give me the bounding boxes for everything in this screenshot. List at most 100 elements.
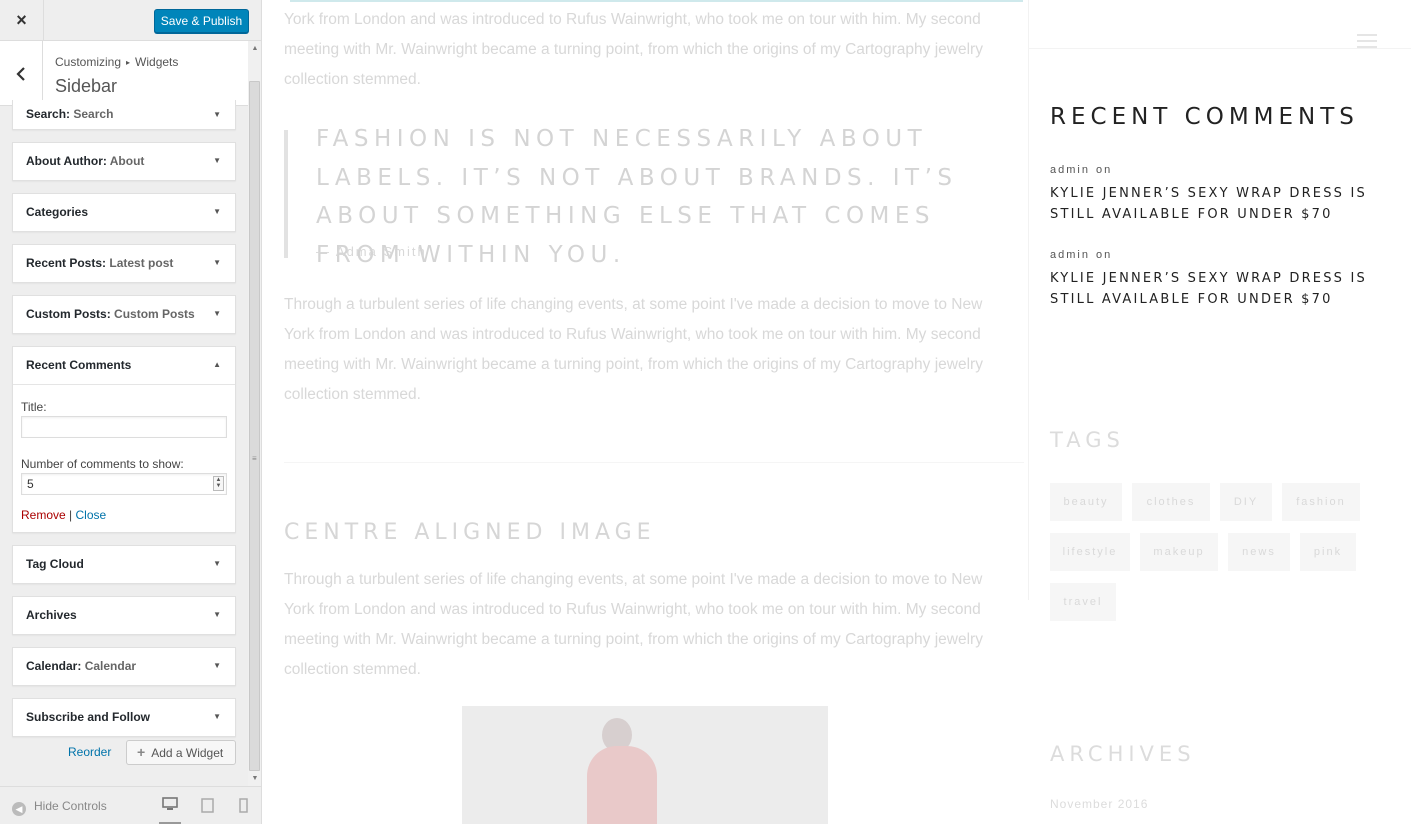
back-button[interactable]: [0, 41, 43, 106]
centre-aligned-image: [462, 706, 828, 824]
breadcrumb-current: Widgets: [135, 55, 179, 69]
comment-post-link[interactable]: KYLIE JENNER’S SEXY WRAP DRESS IS STILL …: [1050, 269, 1380, 310]
widget-recent-comments[interactable]: Recent Comments ▲ Title: Number of comme…: [12, 346, 236, 533]
expand-arrow-icon[interactable]: ▼: [213, 648, 221, 684]
expand-arrow-icon[interactable]: ▼: [213, 546, 221, 582]
widget-search[interactable]: Search: Search ▼: [12, 100, 236, 130]
widget-recent-posts[interactable]: Recent Posts: Latest post ▼: [12, 244, 236, 283]
site-preview[interactable]: York from London and was introduced to R…: [262, 0, 1411, 824]
widget-header[interactable]: Recent Posts: Latest post ▼: [13, 245, 235, 282]
widget-header[interactable]: Search: Search ▼: [13, 100, 235, 129]
widget-name: Subscribe and Follow: [26, 710, 151, 724]
hamburger-menu-icon[interactable]: [1357, 34, 1377, 52]
widget-custom-posts[interactable]: Custom Posts: Custom Posts ▼: [12, 295, 236, 334]
comment-author[interactable]: admin: [1050, 164, 1090, 176]
scroll-up-arrow-icon[interactable]: ▲: [248, 41, 261, 55]
archives-heading: ARCHIVES: [1050, 742, 1196, 766]
expand-arrow-icon[interactable]: ▼: [213, 194, 221, 230]
widget-subscribe-follow[interactable]: Subscribe and Follow ▼: [12, 698, 236, 737]
breadcrumb-root: Customizing: [55, 55, 122, 69]
widget-header[interactable]: Calendar: Calendar ▼: [13, 648, 235, 685]
archive-link[interactable]: November 2016: [1050, 797, 1148, 811]
breadcrumb: Customizing ▸ Widgets: [55, 55, 178, 69]
reorder-link[interactable]: Reorder: [68, 745, 111, 759]
tablet-preview-button[interactable]: [196, 795, 218, 815]
comment-meta: admin on: [1050, 249, 1112, 261]
add-widget-button[interactable]: + Add a Widget: [126, 740, 236, 765]
widget-control-links: Remove | Close: [21, 508, 227, 522]
expand-arrow-icon[interactable]: ▼: [213, 100, 221, 129]
customizer-footer: ◀ Hide Controls: [0, 786, 261, 824]
expand-arrow-icon[interactable]: ▼: [213, 245, 221, 281]
widget-calendar[interactable]: Calendar: Calendar ▼: [12, 647, 236, 686]
divider: [284, 462, 1024, 463]
number-of-comments-input[interactable]: [21, 473, 227, 495]
widget-header[interactable]: Recent Comments ▲: [13, 347, 235, 384]
hide-controls-button[interactable]: ◀ Hide Controls: [12, 799, 107, 816]
widget-header[interactable]: Categories ▼: [13, 194, 235, 231]
section-header: Customizing ▸ Widgets Sidebar: [0, 41, 248, 106]
comment-author[interactable]: admin: [1050, 249, 1090, 261]
tag-chip[interactable]: news: [1228, 533, 1290, 571]
scroll-down-arrow-icon[interactable]: ▼: [248, 771, 261, 785]
tag-chip[interactable]: lifestyle: [1050, 533, 1130, 571]
widget-categories[interactable]: Categories ▼: [12, 193, 236, 232]
save-publish-button[interactable]: Save & Publish: [154, 9, 249, 33]
widget-instance-title: About: [109, 154, 145, 168]
expand-arrow-icon[interactable]: ▼: [213, 597, 221, 633]
tag-chip[interactable]: pink: [1300, 533, 1356, 571]
widget-header[interactable]: About Author: About ▼: [13, 143, 235, 180]
tag-chip[interactable]: makeup: [1140, 533, 1218, 571]
add-widget-label: Add a Widget: [151, 746, 224, 760]
comment-on-label: on: [1095, 164, 1113, 176]
breadcrumb-separator-icon: ▸: [126, 58, 131, 67]
desktop-preview-button[interactable]: [159, 795, 181, 824]
image-figure-body: [587, 746, 657, 824]
widget-tag-cloud[interactable]: Tag Cloud ▼: [12, 545, 236, 584]
tag-chip[interactable]: fashion: [1282, 483, 1360, 521]
expand-arrow-icon[interactable]: ▼: [213, 143, 221, 179]
widget-header[interactable]: Archives ▼: [13, 597, 235, 634]
expand-arrow-icon[interactable]: ▼: [213, 699, 221, 735]
collapse-arrow-icon[interactable]: ▲: [213, 347, 221, 383]
tag-chip[interactable]: beauty: [1050, 483, 1122, 521]
section-title: Sidebar: [55, 76, 118, 96]
remove-link[interactable]: Remove: [21, 508, 66, 522]
tablet-icon: [200, 797, 214, 813]
widget-instance-title: Calendar: [84, 659, 137, 673]
widget-name: Search: [26, 107, 67, 121]
desktop-icon: [162, 797, 178, 810]
arrow-left-circle-icon: ◀: [12, 802, 26, 816]
widget-header[interactable]: Tag Cloud ▼: [13, 546, 235, 583]
close-link[interactable]: Close: [76, 508, 107, 522]
widget-list: Search: Search ▼ About Author: About ▼ C…: [12, 100, 236, 749]
comment-post-link[interactable]: KYLIE JENNER’S SEXY WRAP DRESS IS STILL …: [1050, 184, 1380, 225]
top-accent-line: [290, 0, 1023, 2]
grip-icon: ≡: [252, 454, 257, 463]
mobile-preview-button[interactable]: [232, 795, 254, 815]
widget-actions: Reorder + Add a Widget: [12, 740, 236, 766]
close-customizer-button[interactable]: ×: [0, 0, 44, 41]
widget-name: About Author: [26, 154, 103, 168]
tag-chip[interactable]: DIY: [1220, 483, 1272, 521]
widget-about-author[interactable]: About Author: About ▼: [12, 142, 236, 181]
widget-header[interactable]: Subscribe and Follow ▼: [13, 699, 235, 736]
comment-meta: admin on: [1050, 164, 1112, 176]
blockquote-author: — Adma Smith: [316, 244, 427, 259]
scrollbar[interactable]: ▲ ≡ ▼: [248, 41, 261, 786]
post-paragraph: Through a turbulent series of life chang…: [284, 571, 983, 678]
section-heading: CENTRE ALIGNED IMAGE: [284, 520, 656, 545]
widget-archives[interactable]: Archives ▼: [12, 596, 236, 635]
post-paragraph: Through a turbulent series of life chang…: [284, 296, 983, 403]
tag-chip[interactable]: clothes: [1132, 483, 1210, 521]
title-input[interactable]: [21, 416, 227, 438]
recent-comments-heading: RECENT COMMENTS: [1050, 104, 1359, 130]
number-field: ▲▼: [21, 473, 227, 495]
number-spinner[interactable]: ▲ ▼: [213, 476, 224, 491]
tag-chip[interactable]: travel: [1050, 583, 1116, 621]
widget-header[interactable]: Custom Posts: Custom Posts ▼: [13, 296, 235, 333]
scrollbar-thumb[interactable]: ≡: [249, 81, 260, 771]
widget-name: Recent Posts: [26, 256, 103, 270]
expand-arrow-icon[interactable]: ▼: [213, 296, 221, 332]
comment-on-label: on: [1095, 249, 1113, 261]
